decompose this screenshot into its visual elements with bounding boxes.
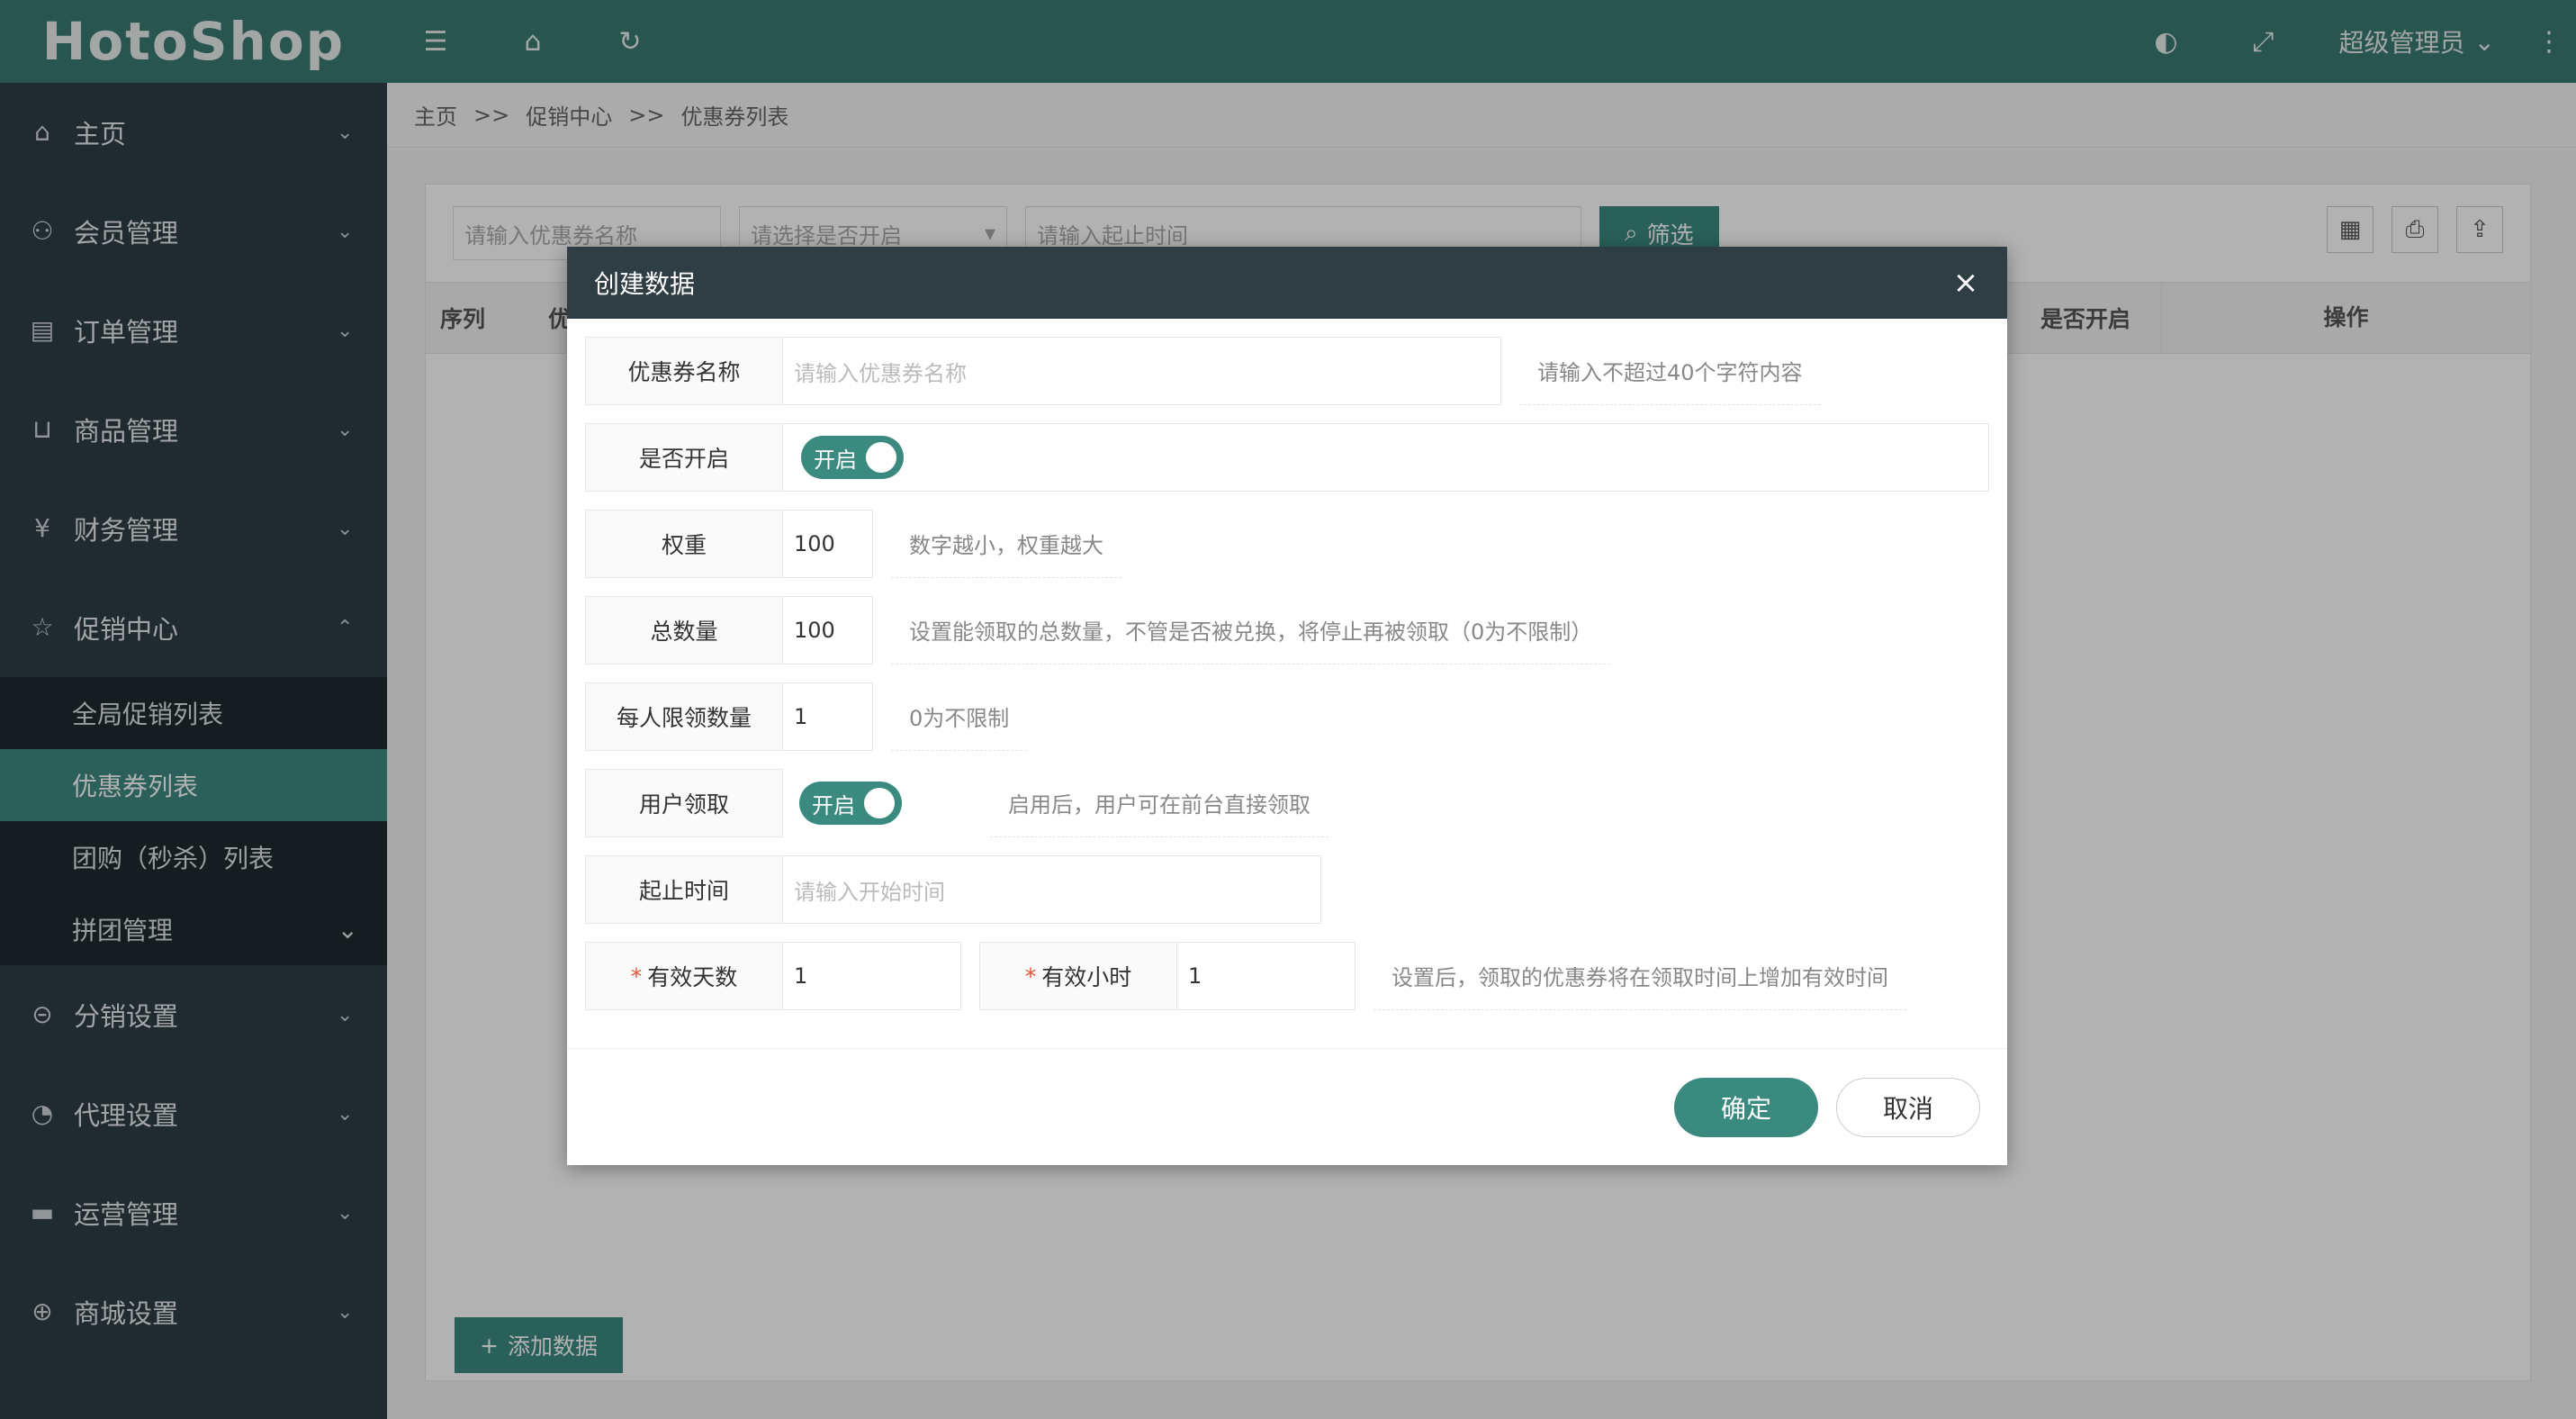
coupon-name-hint: 请输入不超过40个字符内容	[1519, 337, 1821, 405]
weight-input[interactable]: 100	[783, 510, 873, 578]
valid-hours-input[interactable]: 1	[1177, 942, 1356, 1010]
create-data-modal: 创建数据 × 优惠券名称 请输入优惠券名称 请输入不超过40个字符内容 是否开启…	[567, 247, 2007, 1165]
required-mark: *	[630, 963, 643, 990]
modal-title: 创建数据	[594, 269, 696, 299]
valid-hint: 设置后，领取的优惠券将在领取时间上增加有效时间	[1374, 942, 1906, 1010]
valid-days-label: * 有效天数	[585, 942, 783, 1010]
confirm-button[interactable]: 确定	[1674, 1077, 1818, 1137]
form-row-valid: * 有效天数 1 * 有效小时 1 设置后，领取的优惠券将在领取时间上增加有效时…	[585, 942, 1906, 1010]
toggle-knob	[864, 788, 895, 818]
form-row-limit: 每人限领数量 1 0为不限制	[585, 682, 1028, 751]
start-time-input[interactable]: 请输入开始时间	[783, 855, 1321, 924]
open-toggle-label: 开启	[814, 447, 857, 473]
valid-days-label-text: 有效天数	[647, 964, 738, 990]
total-label: 总数量	[585, 596, 783, 664]
limit-input[interactable]: 1	[783, 682, 873, 751]
coupon-name-input[interactable]: 请输入优惠券名称	[783, 337, 1501, 405]
user-receive-toggle[interactable]: 开启	[799, 782, 902, 825]
form-row-time: 起止时间 请输入开始时间	[585, 855, 1321, 924]
modal-footer: 确定 取消	[567, 1048, 2007, 1165]
coupon-name-label: 优惠券名称	[585, 337, 783, 405]
modal-header: 创建数据 ×	[567, 247, 2007, 319]
weight-label: 权重	[585, 510, 783, 578]
total-input[interactable]: 100	[783, 596, 873, 664]
form-row-coupon-name: 优惠券名称 请输入优惠券名称 请输入不超过40个字符内容	[585, 337, 1821, 405]
form-row-weight: 权重 100 数字越小，权重越大	[585, 510, 1121, 578]
modal-body: 优惠券名称 请输入优惠券名称 请输入不超过40个字符内容 是否开启 开启 权重 …	[567, 319, 2007, 1048]
cancel-button[interactable]: 取消	[1836, 1077, 1980, 1137]
open-label: 是否开启	[585, 423, 783, 492]
form-row-user-receive: 用户领取 开启 启用后，用户可在前台直接领取	[585, 769, 1329, 837]
user-receive-toggle-container: 开启	[783, 769, 972, 837]
limit-label: 每人限领数量	[585, 682, 783, 751]
toggle-knob	[866, 442, 896, 473]
open-toggle[interactable]: 开启	[801, 436, 904, 479]
user-receive-hint: 启用后，用户可在前台直接领取	[990, 769, 1329, 837]
time-label: 起止时间	[585, 855, 783, 924]
form-row-total: 总数量 100 设置能领取的总数量，不管是否被兑换，将停止再被领取（0为不限制）	[585, 596, 1611, 664]
valid-days-input[interactable]: 1	[783, 942, 961, 1010]
user-receive-toggle-label: 开启	[812, 792, 855, 818]
weight-hint: 数字越小，权重越大	[891, 510, 1121, 578]
valid-hours-label: * 有效小时	[979, 942, 1177, 1010]
form-row-open: 是否开启 开启	[585, 423, 1989, 492]
limit-hint: 0为不限制	[891, 682, 1028, 751]
user-receive-label: 用户领取	[585, 769, 783, 837]
total-hint: 设置能领取的总数量，不管是否被兑换，将停止再被领取（0为不限制）	[891, 596, 1611, 664]
open-toggle-container: 开启	[783, 423, 1989, 492]
close-icon[interactable]: ×	[1951, 267, 1980, 298]
valid-hours-label-text: 有效小时	[1041, 964, 1132, 990]
required-mark: *	[1024, 963, 1037, 990]
